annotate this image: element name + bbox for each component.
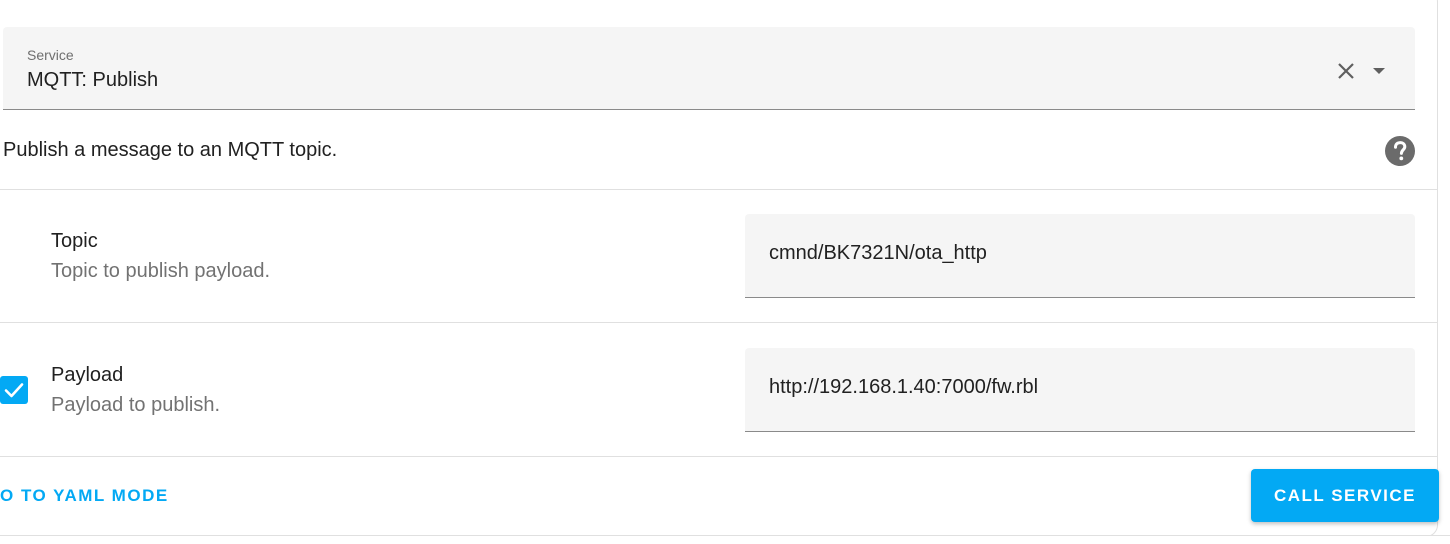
service-label: Service: [27, 47, 74, 63]
payload-checkbox[interactable]: [0, 376, 28, 404]
call-service-button[interactable]: CALL SERVICE: [1251, 469, 1439, 522]
payload-input[interactable]: [769, 376, 1389, 399]
divider: [0, 189, 1437, 190]
check-icon: [4, 383, 24, 398]
topic-description: Topic to publish payload.: [51, 260, 271, 282]
payload-field[interactable]: [745, 348, 1415, 432]
payload-description: Payload to publish.: [51, 394, 221, 416]
topic-field[interactable]: [745, 214, 1415, 298]
service-select[interactable]: Service MQTT: Publish: [3, 27, 1415, 110]
divider: [0, 322, 1437, 323]
yaml-mode-link[interactable]: O TO YAML MODE: [0, 486, 169, 506]
service-description: Publish a message to an MQTT topic.: [3, 139, 338, 161]
card-bottom-edge: [0, 535, 1450, 544]
help-icon[interactable]: [1383, 134, 1417, 168]
divider: [0, 456, 1437, 457]
service-value: MQTT: Publish: [27, 69, 159, 91]
topic-label: Topic: [51, 230, 98, 252]
close-icon[interactable]: [1334, 59, 1358, 83]
chevron-down-icon[interactable]: [1367, 59, 1391, 83]
topic-input[interactable]: [769, 242, 1389, 265]
payload-label: Payload: [51, 364, 124, 386]
